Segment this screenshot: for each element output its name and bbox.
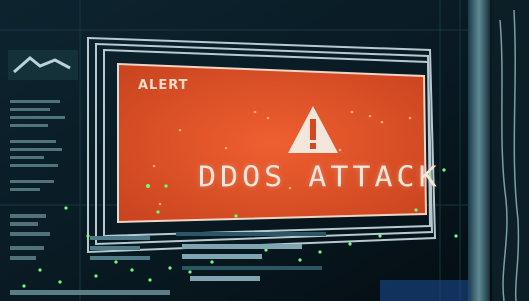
alert-label: ALERT xyxy=(138,78,189,93)
alert-headline: DDOS ATTACK xyxy=(198,160,441,195)
right-rack-edge xyxy=(492,0,529,301)
right-rack-post xyxy=(468,0,490,301)
blue-glow-strip xyxy=(380,280,470,301)
monitor-scene xyxy=(0,0,529,301)
